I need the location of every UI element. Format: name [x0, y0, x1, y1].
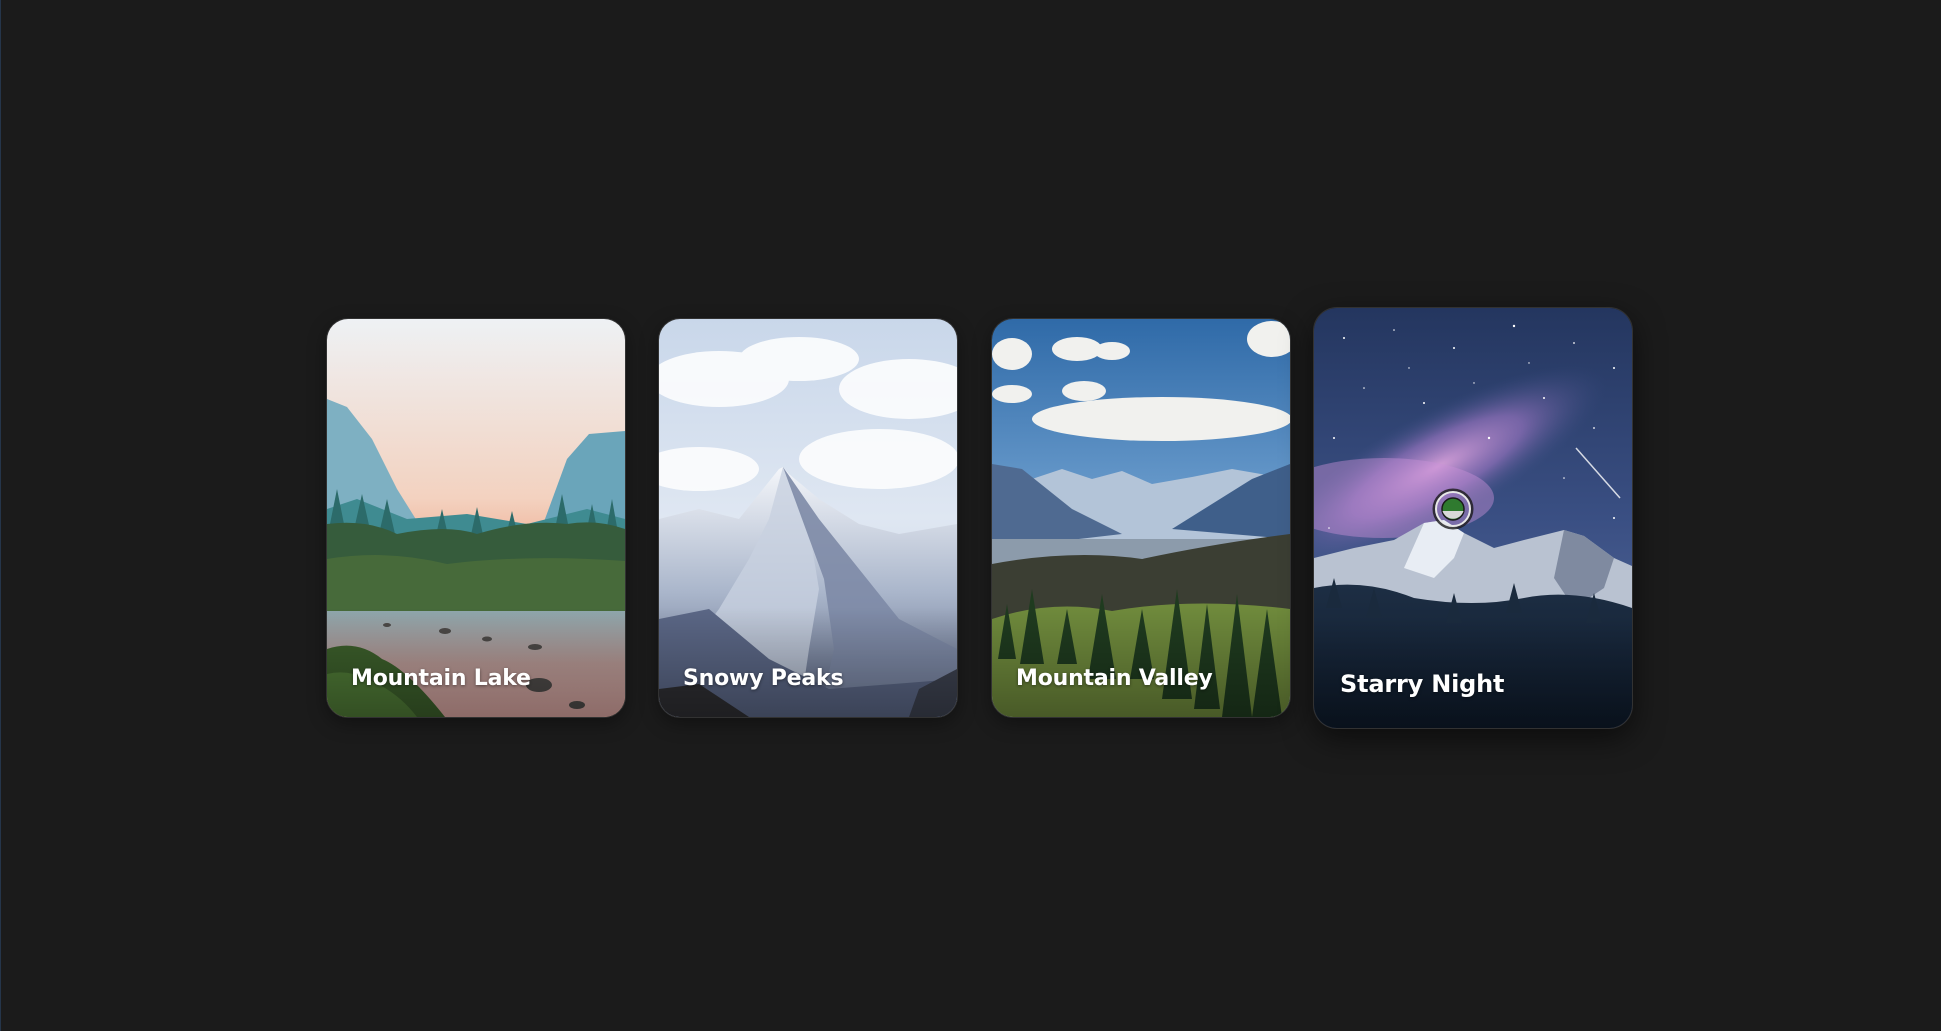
caption-gradient: [992, 607, 1290, 717]
card-starry-night[interactable]: Starry Night: [1313, 307, 1633, 729]
card-title: Mountain Valley: [1016, 666, 1213, 691]
page-stage: Mountain Lake Snowy Peaks Mountain Valle…: [0, 0, 1941, 1031]
card-mountain-lake[interactable]: Mountain Lake: [326, 318, 626, 718]
card-title: Starry Night: [1340, 670, 1505, 698]
card-title: Mountain Lake: [351, 666, 531, 691]
caption-gradient: [659, 607, 957, 717]
caption-gradient: [327, 607, 625, 717]
card-title: Snowy Peaks: [683, 666, 844, 691]
card-snowy-peaks[interactable]: Snowy Peaks: [658, 318, 958, 718]
image-card-gallery: Mountain Lake Snowy Peaks Mountain Valle…: [0, 0, 1941, 1031]
card-mountain-valley[interactable]: Mountain Valley: [991, 318, 1291, 718]
